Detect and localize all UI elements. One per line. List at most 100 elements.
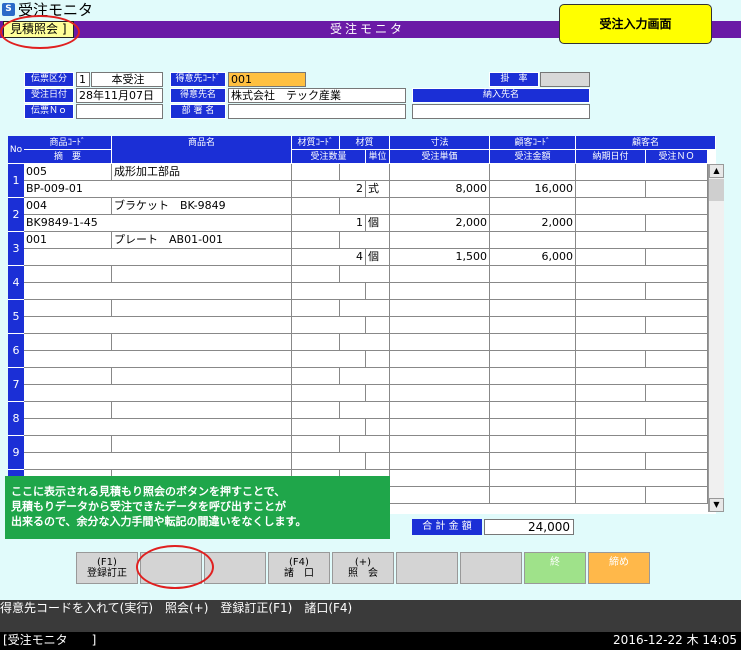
cell-customer-code[interactable] <box>490 300 576 317</box>
slip-no-field[interactable] <box>76 104 163 119</box>
cell-qty[interactable] <box>292 419 366 436</box>
cell-dimension[interactable] <box>390 334 490 351</box>
cell-unit[interactable] <box>366 419 390 436</box>
scroll-up-icon[interactable]: ▲ <box>709 164 724 178</box>
grid-scrollbar[interactable]: ▲ ▼ <box>708 164 724 512</box>
cell-qty[interactable]: 4 <box>292 249 366 266</box>
cell-product-code[interactable] <box>24 266 112 283</box>
cell-due-date[interactable] <box>576 283 646 300</box>
slip-type-code-field[interactable]: 1 <box>76 72 90 87</box>
cell-product-code[interactable] <box>24 300 112 317</box>
cell-material-code[interactable] <box>292 402 340 419</box>
customer-name-field[interactable]: 株式会社 テック産業 <box>228 88 406 103</box>
cell-unit[interactable] <box>366 385 390 402</box>
function-key-4[interactable]: (F4) 諸 口 <box>268 552 330 584</box>
cell-product-code[interactable] <box>24 334 112 351</box>
cell-summary[interactable] <box>24 351 292 368</box>
cell-product-name[interactable]: ブラケット BK-9849 <box>112 198 292 215</box>
cell-qty[interactable] <box>292 453 366 470</box>
cell-due-date[interactable] <box>576 215 646 232</box>
cell-due-date[interactable] <box>576 453 646 470</box>
cell-unit-price[interactable] <box>390 317 490 334</box>
cell-product-name[interactable] <box>112 436 292 453</box>
function-key-7[interactable] <box>460 552 522 584</box>
cell-unit-price[interactable] <box>390 453 490 470</box>
cell-product-code[interactable]: 001 <box>24 232 112 249</box>
cell-order-no[interactable] <box>646 215 708 232</box>
cell-amount[interactable] <box>490 317 576 334</box>
rate-field[interactable] <box>540 72 590 87</box>
cell-product-code[interactable] <box>24 436 112 453</box>
cell-due-date[interactable] <box>576 487 646 504</box>
cell-material-code[interactable] <box>292 164 340 181</box>
cell-amount[interactable]: 2,000 <box>490 215 576 232</box>
cell-customer-name[interactable] <box>576 402 708 419</box>
scroll-down-icon[interactable]: ▼ <box>709 498 724 512</box>
cell-customer-name[interactable] <box>576 300 708 317</box>
cell-material[interactable] <box>340 436 390 453</box>
cell-product-code[interactable]: 004 <box>24 198 112 215</box>
cell-customer-code[interactable] <box>490 470 576 487</box>
department-field[interactable] <box>228 104 406 119</box>
cell-qty[interactable] <box>292 283 366 300</box>
cell-summary[interactable]: BP-009-01 <box>24 181 292 198</box>
cell-customer-name[interactable] <box>576 436 708 453</box>
cell-unit[interactable] <box>366 317 390 334</box>
cell-due-date[interactable] <box>576 181 646 198</box>
cell-product-code[interactable]: 005 <box>24 164 112 181</box>
cell-summary[interactable] <box>24 249 292 266</box>
cell-amount[interactable]: 16,000 <box>490 181 576 198</box>
cell-customer-code[interactable] <box>490 402 576 419</box>
cell-unit-price[interactable]: 8,000 <box>390 181 490 198</box>
cell-material-code[interactable] <box>292 436 340 453</box>
cell-material[interactable] <box>340 300 390 317</box>
cell-material[interactable] <box>340 198 390 215</box>
cell-material-code[interactable] <box>292 198 340 215</box>
cell-summary[interactable] <box>24 385 292 402</box>
cell-product-name[interactable] <box>112 300 292 317</box>
cell-order-no[interactable] <box>646 453 708 470</box>
cell-unit-price[interactable]: 1,500 <box>390 249 490 266</box>
cell-material-code[interactable] <box>292 232 340 249</box>
order-entry-screen-button[interactable]: 受注入力画面 <box>559 4 712 44</box>
cell-order-no[interactable] <box>646 181 708 198</box>
cell-product-name[interactable] <box>112 368 292 385</box>
cell-dimension[interactable] <box>390 436 490 453</box>
function-key-1[interactable]: (F1) 登録訂正 <box>76 552 138 584</box>
order-date-field[interactable]: 28年11月07日 <box>76 88 163 103</box>
cell-order-no[interactable] <box>646 487 708 504</box>
cell-due-date[interactable] <box>576 385 646 402</box>
cell-amount[interactable] <box>490 453 576 470</box>
cell-dimension[interactable] <box>390 300 490 317</box>
cell-summary[interactable] <box>24 453 292 470</box>
cell-order-no[interactable] <box>646 351 708 368</box>
cell-customer-code[interactable] <box>490 232 576 249</box>
cell-summary[interactable] <box>24 283 292 300</box>
cell-unit[interactable] <box>366 351 390 368</box>
cell-material[interactable] <box>340 334 390 351</box>
function-key-6[interactable] <box>396 552 458 584</box>
cell-amount[interactable]: 6,000 <box>490 249 576 266</box>
cell-amount[interactable] <box>490 283 576 300</box>
cell-qty[interactable] <box>292 351 366 368</box>
cell-material[interactable] <box>340 266 390 283</box>
taskbar-app-label[interactable]: [受注モニタ ] <box>3 632 96 649</box>
cell-customer-name[interactable] <box>576 470 708 487</box>
cell-unit[interactable] <box>366 283 390 300</box>
cell-material[interactable] <box>340 402 390 419</box>
cell-material-code[interactable] <box>292 334 340 351</box>
cell-dimension[interactable] <box>390 402 490 419</box>
cell-product-name[interactable] <box>112 402 292 419</box>
cell-material-code[interactable] <box>292 368 340 385</box>
cell-product-name[interactable]: 成形加工部品 <box>112 164 292 181</box>
cell-unit-price[interactable] <box>390 419 490 436</box>
cell-customer-name[interactable] <box>576 164 708 181</box>
cell-material[interactable] <box>340 368 390 385</box>
cell-order-no[interactable] <box>646 419 708 436</box>
cell-customer-code[interactable] <box>490 368 576 385</box>
cell-unit-price[interactable] <box>390 487 490 504</box>
cell-product-name[interactable] <box>112 334 292 351</box>
function-key-8[interactable]: 終 <box>524 552 586 584</box>
cell-dimension[interactable] <box>390 470 490 487</box>
cell-unit[interactable]: 個 <box>366 215 390 232</box>
